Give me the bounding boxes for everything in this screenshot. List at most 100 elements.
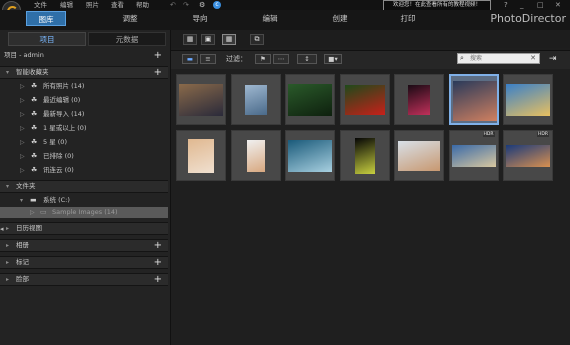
settings-gear-icon[interactable]: ⚙ (199, 0, 205, 10)
undo-icon[interactable]: ↶ (170, 0, 176, 10)
smart-item-label: 讯连云 (0) (43, 166, 74, 174)
thumbnail-tile[interactable] (448, 74, 499, 125)
photo-forest (288, 83, 332, 116)
thumbnail-tile[interactable] (503, 74, 553, 125)
thumbnail-tile[interactable] (176, 130, 226, 181)
collapse-arrow-icon: ▷ (20, 125, 25, 132)
tab-metadata[interactable]: 元数据 (88, 32, 166, 46)
add-face-icon[interactable]: + (154, 274, 162, 285)
smart-item-cloud[interactable]: ▷ ☘ 讯连云 (0) (0, 165, 168, 176)
thumbnail-size-small-icon[interactable]: ▬ (182, 54, 198, 64)
import-icon[interactable]: ⇥ (549, 54, 557, 64)
thumbnail-tile[interactable] (339, 74, 390, 125)
redo-icon[interactable]: ↷ (183, 0, 189, 10)
smart-item-label: 最近编辑 (0) (43, 96, 81, 104)
thumbnail-tile[interactable] (394, 130, 444, 181)
photo-child-portrait (246, 139, 265, 172)
view-fullscreen-icon[interactable]: ⧉ (250, 34, 264, 45)
collapse-panel-handle-icon[interactable]: ◂ (0, 225, 5, 237)
collapse-arrow-icon: ▷ (20, 167, 25, 174)
thumbnail-tile[interactable] (230, 74, 281, 125)
thumbnail-tile[interactable]: HDR (448, 130, 499, 181)
add-smart-collection-icon[interactable]: + (154, 67, 162, 78)
smart-item-label: 最新导入 (14) (43, 110, 85, 118)
folder-system-drive[interactable]: ▾ ▬ 系统 (C:) (0, 195, 168, 206)
tab-library[interactable]: 图库 (26, 11, 66, 26)
add-tag-icon[interactable]: + (154, 257, 162, 268)
smart-item-recent-edit[interactable]: ▷ ☘ 最近编辑 (0) (0, 95, 168, 106)
folder-label: 系统 (C:) (43, 196, 70, 204)
menu-help[interactable]: 帮助 (136, 0, 149, 10)
smart-collections-title: 智能收藏夹 (16, 68, 49, 76)
tab-create[interactable]: 创建 (320, 11, 360, 26)
grid-scrollbar[interactable] (563, 69, 569, 345)
collapse-arrow-icon: ▷ (30, 209, 35, 216)
thumbnail-tile[interactable]: HDR (503, 130, 553, 181)
project-row[interactable]: 项目 - admin + (0, 50, 168, 61)
folder-sample-images[interactable]: ▷ ▭ Sample Images (14) (0, 207, 168, 218)
smart-collection-icon: ☘ (31, 82, 38, 90)
menu-photo[interactable]: 照片 (86, 0, 99, 10)
tab-print[interactable]: 打印 (388, 11, 428, 26)
tab-project[interactable]: 项目 (8, 32, 86, 46)
collapse-arrow-icon: ▷ (20, 97, 25, 104)
smart-item-all-photos[interactable]: ▷ ☘ 所有照片 (14) (0, 81, 168, 92)
smart-item-five-star[interactable]: ▷ ☘ 5 星 (0) (0, 137, 168, 148)
tab-adjust[interactable]: 调整 (110, 11, 150, 26)
minimize-icon[interactable]: _ (520, 0, 524, 10)
photo-blonde-woman (398, 140, 440, 171)
smart-collection-icon: ☘ (31, 138, 38, 146)
add-album-icon[interactable]: + (154, 240, 162, 251)
view-compare-icon[interactable]: ▣ (201, 34, 215, 45)
thumbnail-tile[interactable] (285, 130, 335, 181)
menu-view[interactable]: 查看 (111, 0, 124, 10)
filter-flag-icon[interactable]: ⚑ (255, 54, 271, 64)
expand-arrow-icon: ▾ (20, 197, 24, 204)
sort-order-icon[interactable]: ↕ (297, 54, 317, 64)
thumbnail-tile[interactable] (285, 74, 335, 125)
hdr-badge: HDR (537, 132, 549, 137)
close-icon[interactable]: ✕ (555, 0, 561, 10)
thumbnail-tile[interactable] (339, 130, 390, 181)
hdr-badge: HDR (482, 132, 495, 137)
menu-file[interactable]: 文件 (34, 0, 47, 10)
tab-guided[interactable]: 导向 (180, 11, 220, 26)
thumbnail-tile[interactable] (394, 74, 444, 125)
tags-header[interactable]: ▸ 标记 + (0, 256, 168, 269)
search-input[interactable] (470, 54, 528, 63)
help-icon[interactable]: ? (504, 0, 508, 10)
faces-header[interactable]: ▸ 脸部 + (0, 273, 168, 286)
tab-edit[interactable]: 编辑 (250, 11, 290, 26)
cyberlink-cloud-icon[interactable]: c (213, 1, 221, 9)
smart-collections-header[interactable]: ▾ 智能收藏夹 + (0, 66, 168, 79)
filter-rating-icon[interactable]: ⋯ (273, 54, 289, 64)
faces-title: 脸部 (16, 275, 29, 283)
folders-header[interactable]: ▾ 文件夹 (0, 180, 168, 193)
drive-icon: ▬ (30, 196, 37, 204)
smart-item-excluded[interactable]: ▷ ☘ 已排除 (0) (0, 151, 168, 162)
smart-item-latest-import[interactable]: ▷ ☘ 最新导入 (14) (0, 109, 168, 120)
smart-item-one-star[interactable]: ▷ ☘ 1 星或以上 (0) (0, 123, 168, 134)
view-grid-icon[interactable]: ▦ (222, 34, 236, 45)
calendar-view-title: 日历视图 (16, 224, 42, 232)
collapse-arrow-icon: ▸ (6, 242, 10, 249)
photo-panorama-hills (451, 144, 496, 167)
collapse-arrow-icon: ▸ (6, 276, 10, 283)
thumbnail-list-icon[interactable]: ≡ (200, 54, 216, 64)
clear-search-icon[interactable]: ✕ (530, 54, 536, 63)
photo-lantern (408, 84, 430, 115)
photo-fireworks (452, 80, 497, 121)
thumbnail-tile[interactable] (176, 74, 226, 125)
add-project-icon[interactable]: + (154, 50, 162, 61)
albums-header[interactable]: ▸ 相册 + (0, 239, 168, 252)
collapse-arrow-icon: ▷ (20, 83, 25, 90)
search-box[interactable]: ⌕ ✕ (457, 53, 540, 64)
thumbnail-tile[interactable] (230, 130, 281, 181)
maximize-icon[interactable]: □ (537, 0, 544, 10)
menu-edit[interactable]: 编辑 (60, 0, 73, 10)
filter-label: 过滤： (226, 55, 247, 63)
calendar-view-header[interactable]: ▸ 日历视图 (0, 222, 168, 235)
view-single-icon[interactable]: ▦ (183, 34, 197, 45)
color-label-dropdown-icon[interactable]: ■▾ (324, 54, 342, 64)
project-label: 项目 - admin (4, 51, 44, 59)
